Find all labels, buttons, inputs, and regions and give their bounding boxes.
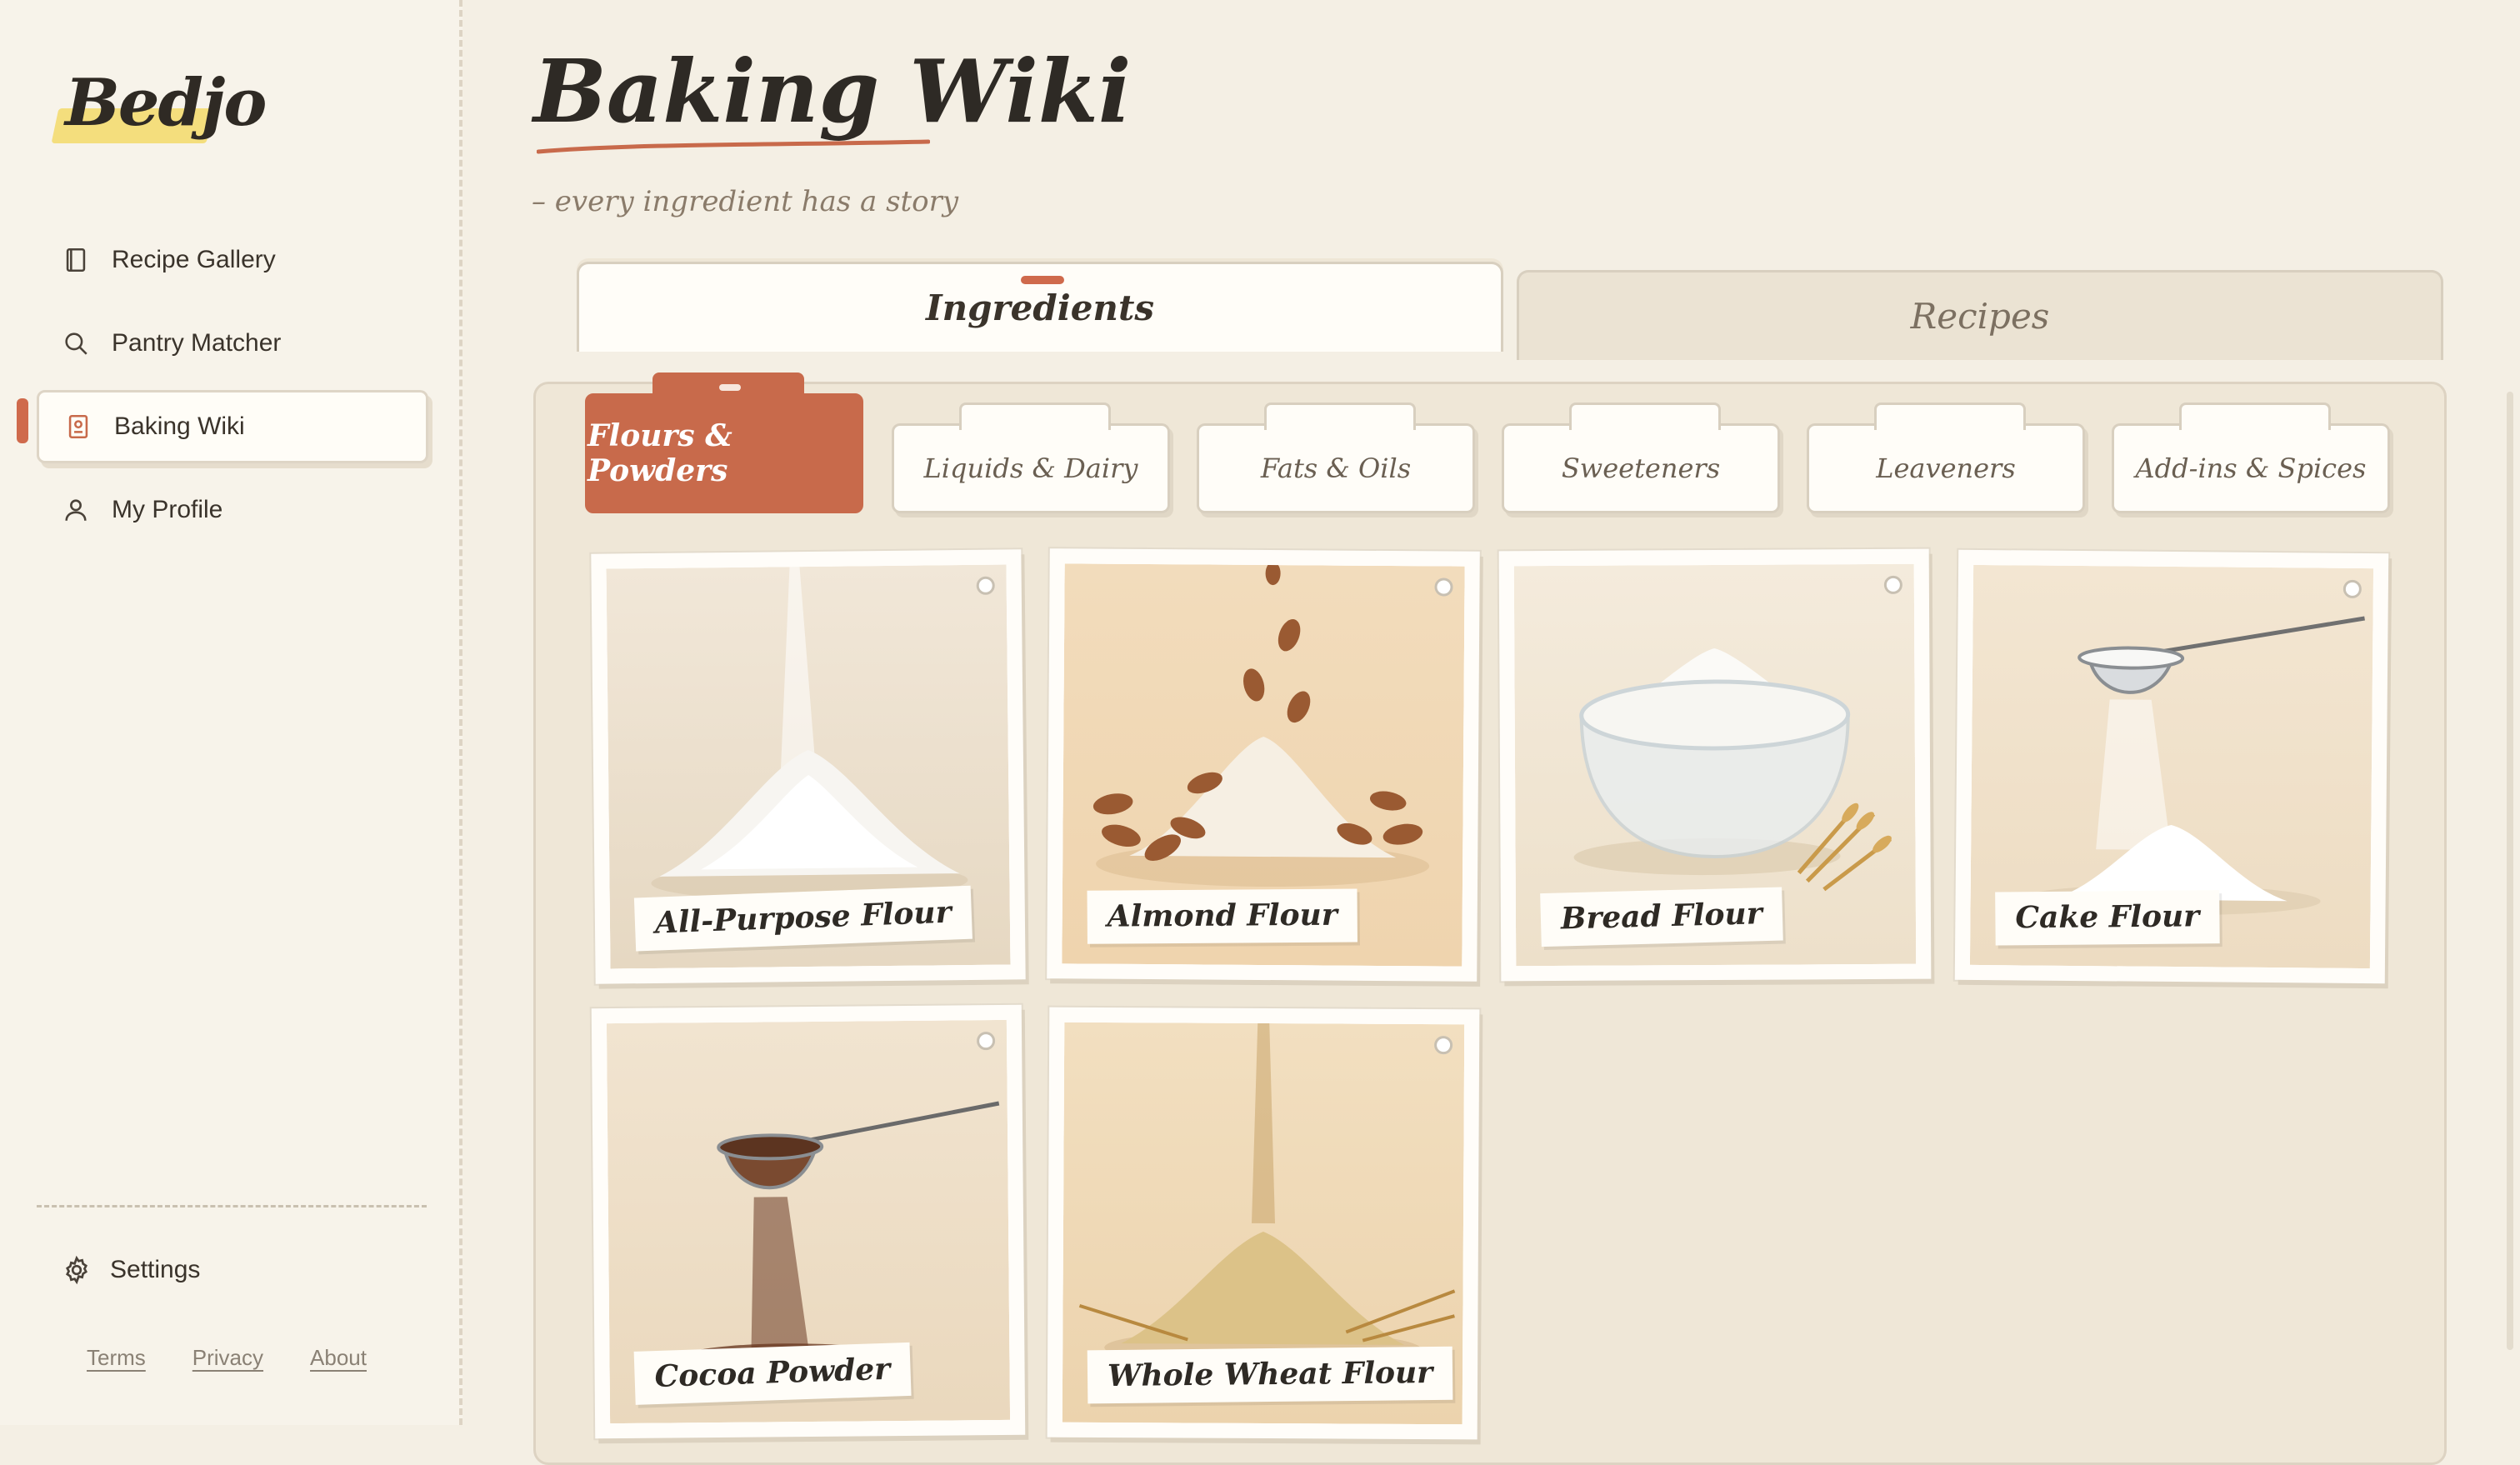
category-label: Fats & Oils [1260, 452, 1412, 484]
sidebar-item-label: Baking Wiki [114, 412, 245, 440]
ingredient-name: Bread Flour [1540, 887, 1783, 948]
category-label: Liquids & Dairy [923, 452, 1138, 484]
footer-links: Terms Privacy About [87, 1345, 367, 1371]
sidebar-item-my-profile[interactable]: My Profile [37, 473, 428, 547]
app-logo[interactable]: Bedjo [51, 65, 267, 157]
ingredient-photo: Cocoa Powder [606, 1019, 1011, 1424]
ingredient-name: Cocoa Powder [633, 1342, 912, 1405]
ingredient-card[interactable]: Almond Flour [1047, 548, 1480, 982]
ingredient-card[interactable]: Cake Flour [1954, 549, 2389, 984]
about-link[interactable]: About [310, 1345, 367, 1371]
category-tab-leaveners[interactable]: Leaveners [1807, 402, 2085, 513]
settings-label: Settings [110, 1256, 201, 1283]
tab-ingredients[interactable]: Ingredients [577, 262, 1503, 352]
category-label: Leaveners [1876, 452, 2016, 484]
pin-icon [1434, 578, 1453, 597]
tab-label: Ingredients [925, 288, 1155, 328]
ingredient-photo: Cake Flour [1969, 564, 2374, 969]
sidebar-item-label: My Profile [112, 496, 223, 523]
title-underline [537, 139, 930, 154]
category-label: Add-ins & Spices [2135, 452, 2367, 484]
category-tab-add-ins-spices[interactable]: Add-ins & Spices [2112, 402, 2390, 513]
pin-icon [1883, 575, 1902, 594]
category-tab-sweeteners[interactable]: Sweeteners [1502, 402, 1780, 513]
ingredient-card[interactable]: Whole Wheat Flour [1047, 1007, 1480, 1440]
gear-icon [66, 1255, 88, 1285]
ingredient-photo: Whole Wheat Flour [1062, 1022, 1465, 1425]
active-nav-marker [17, 398, 28, 443]
category-label: Flours & Powders [588, 418, 732, 488]
sidebar-item-pantry-matcher[interactable]: Pantry Matcher [37, 307, 428, 380]
ingredient-name: Cake Flour [1995, 890, 2220, 946]
wiki-book-icon [68, 414, 88, 439]
pin-icon [976, 576, 995, 595]
ingredient-card[interactable]: Bread Flour [1498, 548, 1932, 982]
ingredient-name: Almond Flour [1087, 888, 1358, 944]
tab-recipes[interactable]: Recipes [1517, 270, 2443, 360]
ingredient-card[interactable]: All-Purpose Flour [591, 549, 1026, 984]
sidebar-item-baking-wiki[interactable]: Baking Wiki [37, 390, 428, 463]
page-title: Baking Wiki [533, 40, 1132, 142]
pin-icon [977, 1032, 996, 1051]
ingredient-photo: Bread Flour [1513, 563, 1917, 967]
sidebar-item-recipe-gallery[interactable]: Recipe Gallery [37, 223, 428, 297]
search-icon [65, 332, 88, 355]
active-tab-indicator [1021, 276, 1064, 284]
privacy-link[interactable]: Privacy [192, 1345, 263, 1371]
ingredient-photo: All-Purpose Flour [606, 564, 1011, 969]
pin-icon [1434, 1036, 1453, 1055]
book-icon [66, 248, 86, 272]
sidebar-item-label: Pantry Matcher [112, 329, 282, 357]
user-icon [65, 499, 87, 521]
category-tab-fats-oils[interactable]: Fats & Oils [1197, 402, 1475, 513]
sidebar-divider [37, 1205, 427, 1208]
pin-icon [2342, 579, 2362, 598]
scrollbar[interactable] [2507, 392, 2513, 1350]
category-tab-flours-powders[interactable]: Flours & Powders [585, 372, 863, 513]
page-tagline: – every ingredient has a story [532, 185, 959, 218]
ingredient-card[interactable]: Cocoa Powder [591, 1004, 1026, 1439]
ingredient-photo: Almond Flour [1062, 563, 1465, 967]
sidebar-item-label: Recipe Gallery [112, 246, 276, 273]
sidebar-nav: Recipe Gallery Pantry Matcher Baking Wik… [37, 223, 428, 557]
ingredient-name: Whole Wheat Flour [1087, 1346, 1453, 1404]
sidebar: Bedjo Recipe Gallery Pantry Matcher Baki… [0, 0, 462, 1425]
category-tab-liquids-dairy[interactable]: Liquids & Dairy [892, 402, 1170, 513]
tab-label: Recipes [1910, 296, 2050, 337]
logo-text: Bedjo [65, 65, 267, 141]
category-label: Sweeteners [1561, 452, 1721, 484]
sidebar-item-settings[interactable]: Settings [62, 1255, 200, 1285]
terms-link[interactable]: Terms [87, 1345, 146, 1371]
